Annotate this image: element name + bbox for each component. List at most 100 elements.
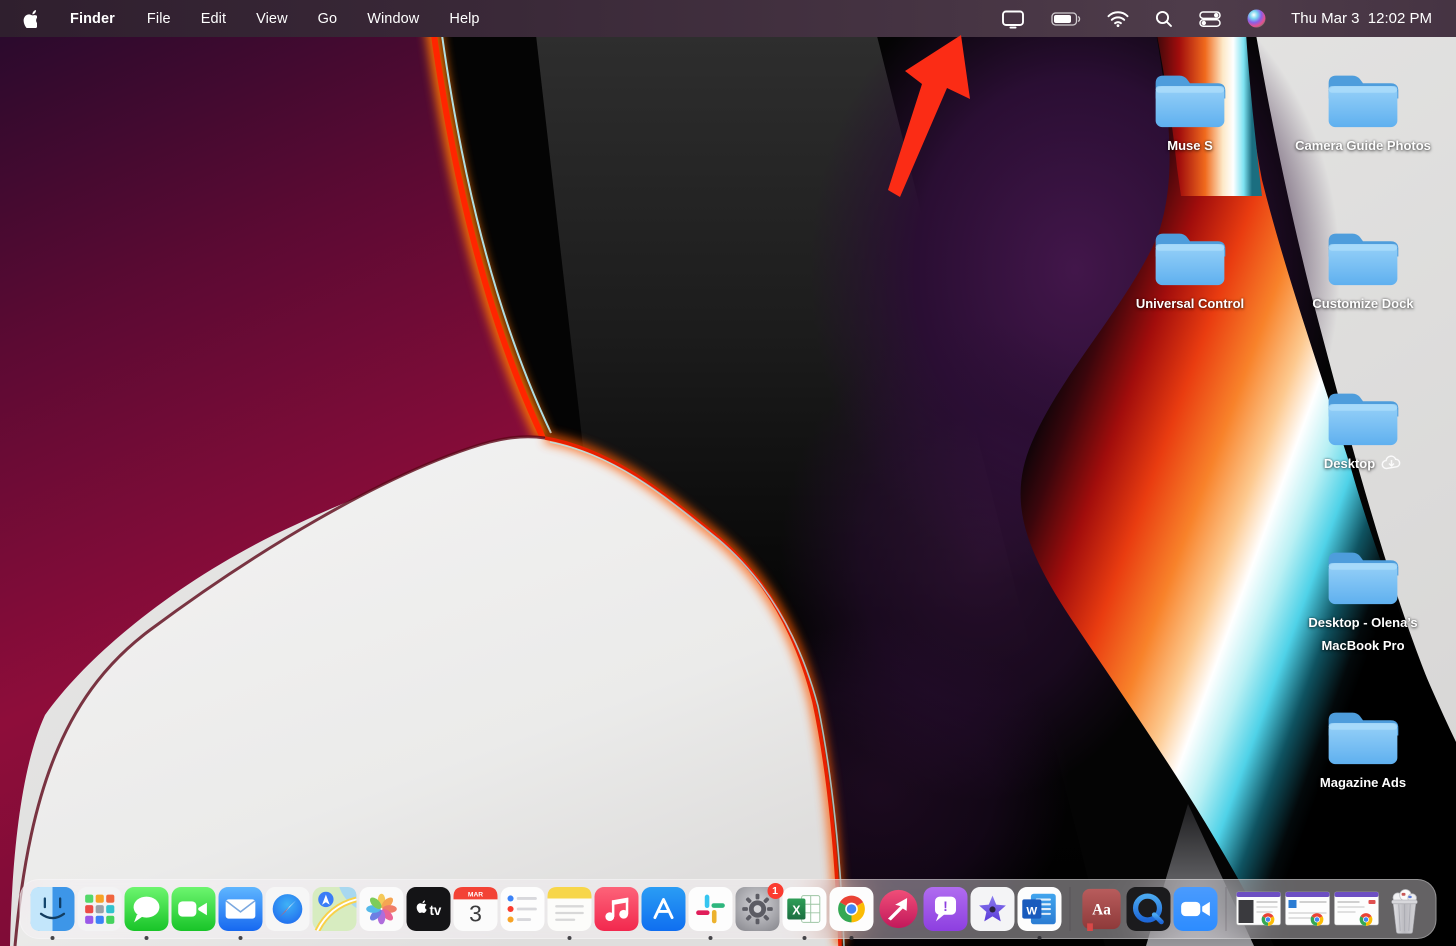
dock-item-zoom[interactable] [1173, 887, 1217, 931]
dock-item-slack[interactable] [688, 887, 732, 940]
svg-text:Aa: Aa [1092, 902, 1111, 919]
running-indicator-dot [708, 936, 712, 940]
dock-item-excel[interactable]: X [782, 887, 826, 940]
folder-label: Desktop - Olena’s MacBook Pro [1308, 615, 1418, 653]
dock-item-finder[interactable] [30, 887, 74, 940]
dock-item-safari[interactable] [265, 887, 309, 931]
running-indicator-dot [849, 936, 853, 940]
window-thumbnail [1333, 891, 1379, 926]
dock-item-reminders[interactable] [500, 887, 544, 931]
window-thumbnail [1284, 891, 1330, 926]
display-icon [1002, 10, 1025, 28]
spotlight-search-status-icon[interactable] [1142, 0, 1186, 37]
word-icon: W [1017, 887, 1061, 931]
appletv-icon: tv [406, 887, 450, 931]
dock-item-alert-bubble-app[interactable]: ! [923, 887, 967, 931]
running-indicator-dot [238, 936, 242, 940]
menu-item-view[interactable]: View [241, 11, 303, 27]
reminders-icon [500, 887, 544, 931]
battery-status-icon[interactable] [1038, 0, 1094, 37]
menu-item-go[interactable]: Go [303, 11, 353, 27]
running-indicator-dot [567, 936, 571, 940]
notes-icon [547, 887, 591, 931]
desktop-folder-customize-dock[interactable]: Customize Dock [1288, 224, 1438, 315]
dock-divider [1069, 887, 1071, 931]
dock-item-facetime[interactable] [171, 887, 215, 931]
minimized-window-chrome-2[interactable] [1284, 887, 1330, 931]
dock-item-music[interactable] [594, 887, 638, 931]
menu-item-finder[interactable]: Finder [55, 11, 132, 27]
quicktime-icon [1126, 887, 1170, 931]
desktop-folder-camera-guide-photos[interactable]: Camera Guide Photos [1288, 66, 1438, 157]
folder-icon [1328, 712, 1399, 765]
dock-item-chrome[interactable] [829, 887, 873, 940]
siri-status-icon[interactable] [1234, 0, 1279, 37]
dock: tv MAR 3 1 X ! W Aa [19, 879, 1437, 940]
slack-icon [688, 887, 732, 931]
display-mirroring-status-icon[interactable] [988, 0, 1038, 37]
svg-text:!: ! [943, 899, 947, 914]
music-icon [594, 887, 638, 931]
dock-item-mail[interactable] [218, 887, 262, 940]
running-indicator-dot [50, 936, 54, 940]
folder-icon [1155, 233, 1226, 286]
imovie-icon [970, 887, 1014, 931]
running-indicator-dot [1037, 936, 1041, 940]
dock-divider [1225, 887, 1227, 931]
folder-label: Magazine Ads [1319, 775, 1407, 790]
apple-logo-icon [23, 9, 37, 28]
wifi-status-icon[interactable] [1094, 0, 1142, 37]
dock-item-appstore[interactable] [641, 887, 685, 931]
svg-text:MAR: MAR [467, 892, 482, 899]
alert-bubble-icon: ! [923, 887, 967, 931]
dock-item-photos[interactable] [359, 887, 403, 931]
dock-item-launchpad[interactable] [77, 887, 121, 931]
folder-icon [1328, 75, 1399, 128]
menu-item-edit[interactable]: Edit [186, 11, 241, 27]
skitch-icon [878, 889, 918, 929]
dock-item-imovie[interactable] [970, 887, 1014, 931]
dock-item-skitch[interactable] [876, 887, 920, 931]
minimized-window-chrome-3[interactable] [1333, 887, 1379, 931]
desktop-folder-desktop-olena-s-macbook-pro[interactable]: Desktop - Olena’s MacBook Pro [1288, 543, 1438, 657]
menu-bar-clock[interactable]: Thu Mar 3 12:02 PM [1279, 10, 1440, 27]
menu-item-window[interactable]: Window [352, 11, 434, 27]
minimized-window-chrome-1[interactable] [1235, 887, 1281, 931]
dock-item-trash[interactable] [1382, 887, 1426, 934]
dictionary-icon: Aa [1081, 888, 1121, 931]
folder-label: Desktop [1323, 456, 1376, 471]
dock-item-word[interactable]: W [1017, 887, 1061, 940]
calendar-icon: MAR 3 [453, 887, 497, 931]
dock-item-appletv[interactable]: tv [406, 887, 450, 931]
dock-item-messages[interactable] [124, 887, 168, 940]
dock-item-settings[interactable]: 1 [735, 883, 783, 931]
dock-item-dictionary[interactable]: Aa [1079, 887, 1123, 931]
dock-item-quicktime[interactable] [1126, 887, 1170, 931]
zoom-icon [1173, 887, 1217, 931]
menu-item-file[interactable]: File [132, 11, 186, 27]
safari-icon [265, 887, 309, 931]
battery-icon [1051, 11, 1081, 26]
desktop-folder-magazine-ads[interactable]: Magazine Ads [1288, 703, 1438, 794]
desktop-folder-desktop[interactable]: Desktop [1288, 384, 1438, 475]
excel-icon: X [782, 887, 826, 931]
wifi-icon [1107, 10, 1129, 27]
folder-label: Customize Dock [1312, 296, 1414, 311]
facetime-icon [171, 887, 215, 931]
dock-item-calendar[interactable]: MAR 3 [453, 887, 497, 931]
dock-item-notes[interactable] [547, 887, 591, 940]
running-indicator-dot [144, 936, 148, 940]
menu-item-help[interactable]: Help [434, 11, 494, 27]
chrome-icon [829, 887, 873, 931]
dock-item-maps[interactable] [312, 887, 356, 931]
desktop-folder-muse-s[interactable]: Muse S [1115, 66, 1265, 157]
control-center-status-icon[interactable] [1186, 0, 1234, 37]
icloud-download-icon [1381, 455, 1401, 470]
window-thumbnail [1235, 891, 1281, 926]
desktop-folder-universal-control[interactable]: Universal Control [1115, 224, 1265, 315]
apple-menu[interactable] [18, 9, 55, 28]
svg-text:W: W [1026, 905, 1037, 917]
finder-icon [30, 887, 74, 931]
menu-bar-left: Finder File Edit View Go Window Help [0, 9, 495, 28]
svg-text:X: X [792, 903, 801, 917]
